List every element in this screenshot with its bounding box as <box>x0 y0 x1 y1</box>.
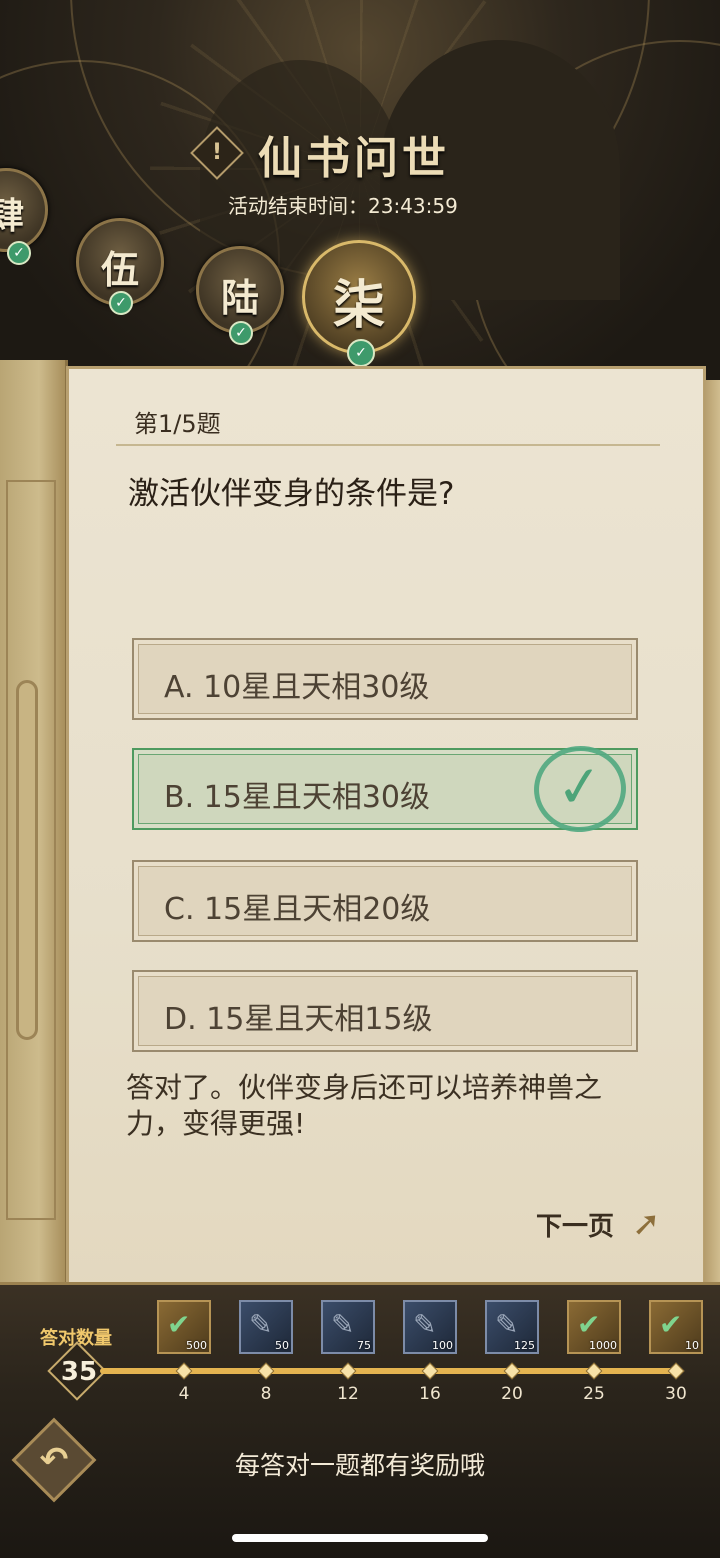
reward-hint: 每答对一题都有奖励哦 <box>234 1451 485 1480</box>
paper-edge <box>704 380 720 1290</box>
chapter-label: 伍 <box>100 247 139 292</box>
reward-icon: ✎ <box>331 1308 355 1341</box>
check-icon: ✓ <box>109 291 133 315</box>
option-a-button[interactable]: A. 10星且天相30级 <box>132 638 638 720</box>
reward-item[interactable]: ✔ 500 <box>157 1300 211 1354</box>
reward-qty: 10 <box>685 1339 699 1352</box>
correct-count-value: 35 <box>60 1357 98 1387</box>
question-text: 激活伙伴变身的条件是? <box>128 476 455 512</box>
next-page-button[interactable]: 下一页 <box>536 1206 614 1243</box>
reward-qty: 125 <box>514 1339 535 1352</box>
check-icon: ✓ <box>347 339 375 367</box>
reward-icon: ✔ <box>577 1308 601 1341</box>
chapter-medallion-6[interactable]: 陆 ✓ <box>196 246 284 345</box>
chapter-medallion-7[interactable]: 柒 ✓ <box>302 240 416 367</box>
reward-qty: 1000 <box>589 1339 617 1352</box>
reward-qty: 50 <box>275 1339 289 1352</box>
chapter-label: 陆 <box>220 275 259 320</box>
event-end-time: 活动结束时间：23:43:59 <box>228 194 458 218</box>
progress-tick: 8 <box>260 1384 272 1404</box>
check-icon: ✓ <box>229 321 253 345</box>
chapter-medallion-5[interactable]: 伍 ✓ <box>76 218 164 315</box>
progress-tick: 25 <box>583 1384 605 1404</box>
answer-feedback: 答对了。伙伴变身后还可以培养神兽之力，变得更强! <box>126 1071 603 1140</box>
reward-icon: ✎ <box>413 1308 437 1341</box>
reward-item[interactable]: ✔ 10 <box>649 1300 703 1354</box>
chapter-label: 肆 <box>0 195 24 237</box>
option-label: A. 10星且天相30级 <box>164 670 430 705</box>
scrollbar[interactable] <box>16 680 38 1040</box>
reward-item[interactable]: ✎ 125 <box>485 1300 539 1354</box>
option-label: D. 15星且天相15级 <box>164 1002 433 1037</box>
page-title: 仙书问世 <box>258 133 450 184</box>
home-indicator[interactable] <box>232 1534 488 1542</box>
reward-icon: ✎ <box>495 1308 519 1341</box>
progress-tick: 16 <box>419 1384 441 1404</box>
next-arrow-icon[interactable]: ➚ <box>632 1204 661 1244</box>
chapter-label: 柒 <box>332 275 385 336</box>
reward-icon: ✔ <box>167 1308 191 1341</box>
reward-qty: 500 <box>186 1339 207 1352</box>
reward-icon: ✎ <box>249 1308 273 1341</box>
question-number: 第1/5题 <box>134 410 221 438</box>
divider <box>116 444 660 446</box>
progress-tick: 12 <box>337 1384 359 1404</box>
reward-item[interactable]: ✎ 100 <box>403 1300 457 1354</box>
reward-qty: 100 <box>432 1339 453 1352</box>
progress-tick: 20 <box>501 1384 523 1404</box>
option-label: C. 15星且天相20级 <box>164 892 431 927</box>
progress-tick: 30 <box>665 1384 687 1404</box>
reward-item[interactable]: ✔ 1000 <box>567 1300 621 1354</box>
option-label: B. 15星且天相30级 <box>164 780 431 815</box>
reward-icon: ✔ <box>659 1308 683 1341</box>
option-d-button[interactable]: D. 15星且天相15级 <box>132 970 638 1052</box>
progress-tick: 4 <box>178 1384 190 1404</box>
reward-qty: 75 <box>357 1339 371 1352</box>
check-icon: ✓ <box>7 241 31 265</box>
reward-item[interactable]: ✎ 50 <box>239 1300 293 1354</box>
reward-item[interactable]: ✎ 75 <box>321 1300 375 1354</box>
option-c-button[interactable]: C. 15星且天相20级 <box>132 860 638 942</box>
